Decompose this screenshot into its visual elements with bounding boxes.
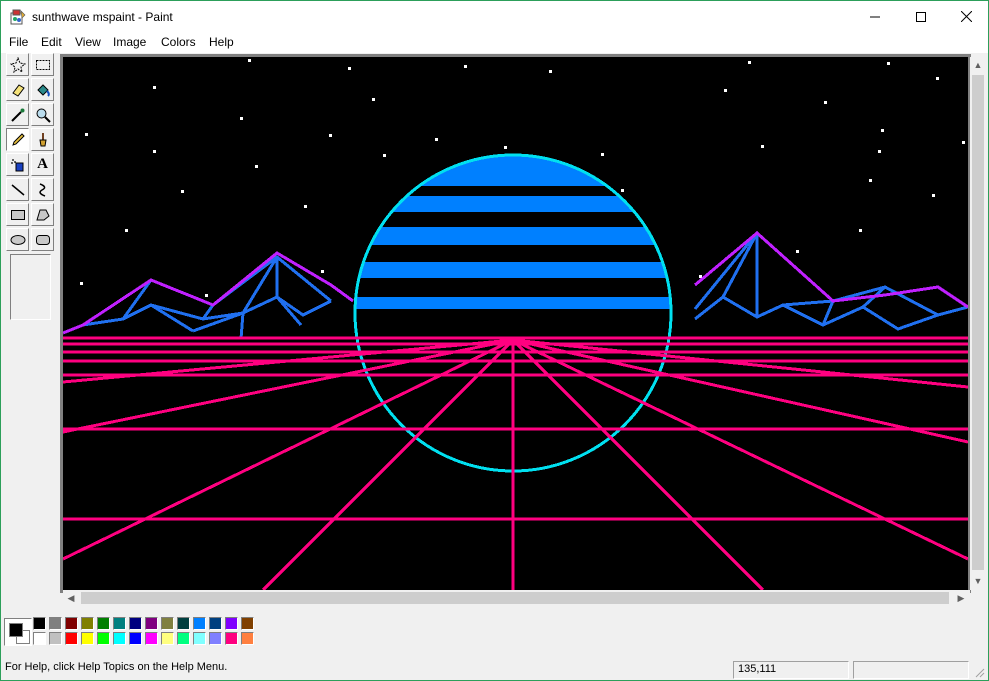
- palette-swatch[interactable]: [81, 617, 94, 630]
- maximize-button[interactable]: [898, 1, 944, 32]
- palette-swatch[interactable]: [177, 632, 190, 645]
- scroll-down-icon[interactable]: ▼: [970, 573, 986, 589]
- color-indicator[interactable]: [4, 618, 32, 646]
- tool-rounded-rectangle[interactable]: [31, 228, 54, 251]
- palette-swatch[interactable]: [113, 617, 126, 630]
- minimize-icon: [870, 16, 880, 17]
- menu-view[interactable]: View: [75, 35, 101, 49]
- palette-swatch[interactable]: [225, 632, 238, 645]
- palette-swatch[interactable]: [225, 617, 238, 630]
- palette-swatch[interactable]: [97, 617, 110, 630]
- menu-colors[interactable]: Colors: [161, 35, 196, 49]
- scroll-up-icon[interactable]: ▲: [970, 57, 986, 73]
- palette-swatch[interactable]: [193, 617, 206, 630]
- tool-free-form-select[interactable]: [6, 53, 29, 76]
- tool-line[interactable]: [6, 178, 29, 201]
- status-coordinates-panel: 135,111: [733, 661, 849, 679]
- paint-window: sunthwave mspaint - Paint File Edit View…: [0, 0, 989, 681]
- tool-select[interactable]: [31, 53, 54, 76]
- palette-swatch[interactable]: [129, 632, 142, 645]
- rounded-rectangle-icon: [35, 234, 50, 245]
- palette-swatch[interactable]: [193, 632, 206, 645]
- palette-swatch[interactable]: [129, 617, 142, 630]
- palette-swatch[interactable]: [49, 632, 62, 645]
- tool-pencil[interactable]: [6, 128, 29, 151]
- vertical-scroll-thumb[interactable]: [972, 75, 984, 570]
- palette-swatch[interactable]: [145, 617, 158, 630]
- tool-fill[interactable]: [31, 78, 54, 101]
- palette-swatch[interactable]: [241, 617, 254, 630]
- rectangle-icon: [10, 209, 25, 220]
- foreground-color: [9, 623, 23, 637]
- tool-text[interactable]: A: [31, 153, 54, 176]
- palette-swatch[interactable]: [81, 632, 94, 645]
- tool-airbrush[interactable]: [6, 153, 29, 176]
- menu-edit[interactable]: Edit: [41, 35, 62, 49]
- palette-swatch[interactable]: [33, 632, 46, 645]
- eyedropper-icon: [10, 108, 24, 122]
- paint-icon: [10, 9, 26, 25]
- menu-file[interactable]: File: [9, 35, 28, 49]
- fill-bucket-icon: [36, 83, 50, 97]
- curve-icon: [38, 182, 45, 197]
- status-selection-size-panel: [853, 661, 969, 679]
- horizontal-scrollbar[interactable]: ◀ ▶: [63, 590, 970, 606]
- tool-options-box[interactable]: [10, 254, 51, 320]
- pencil-icon: [11, 132, 25, 146]
- status-coordinates: 135,111: [738, 663, 777, 675]
- maximize-icon: [916, 11, 926, 22]
- airbrush-icon: [10, 158, 23, 171]
- palette-swatch[interactable]: [145, 632, 158, 645]
- polygon-icon: [35, 209, 50, 220]
- menu-help[interactable]: Help: [209, 35, 234, 49]
- brush-icon: [38, 132, 47, 146]
- tool-ellipse[interactable]: [6, 228, 29, 251]
- palette-swatch[interactable]: [97, 632, 110, 645]
- drawing-canvas[interactable]: [62, 57, 969, 592]
- palette-swatch[interactable]: [177, 617, 190, 630]
- window-title: sunthwave mspaint - Paint: [32, 10, 173, 24]
- close-icon: [960, 11, 972, 22]
- palette-swatch[interactable]: [161, 617, 174, 630]
- palette-swatch[interactable]: [209, 617, 222, 630]
- close-button[interactable]: [943, 1, 989, 32]
- scroll-left-icon[interactable]: ◀: [63, 590, 79, 606]
- toolbox: A: [4, 53, 56, 608]
- palette-swatch[interactable]: [65, 617, 78, 630]
- minimize-button[interactable]: [852, 1, 898, 32]
- ellipse-icon: [10, 234, 25, 245]
- tool-pick-color[interactable]: [6, 103, 29, 126]
- tool-magnifier[interactable]: [31, 103, 54, 126]
- magnifier-icon: [36, 108, 51, 123]
- menu-image[interactable]: Image: [113, 35, 146, 49]
- line-icon: [11, 183, 24, 196]
- eraser-icon: [11, 83, 25, 97]
- menu-bar: File Edit View Image Colors Help: [1, 32, 988, 53]
- scroll-right-icon[interactable]: ▶: [953, 590, 969, 606]
- palette-swatch[interactable]: [241, 632, 254, 645]
- resize-grip-icon[interactable]: [973, 666, 985, 678]
- free-form-select-icon: [9, 56, 26, 73]
- text-icon: A: [37, 156, 48, 172]
- horizontal-scroll-thumb[interactable]: [81, 592, 949, 604]
- tool-brush[interactable]: [31, 128, 54, 151]
- tool-curve[interactable]: [31, 178, 54, 201]
- palette-swatch[interactable]: [209, 632, 222, 645]
- tool-eraser[interactable]: [6, 78, 29, 101]
- palette-swatch[interactable]: [49, 617, 62, 630]
- tool-rectangle[interactable]: [6, 203, 29, 226]
- status-help-text: For Help, click Help Topics on the Help …: [5, 661, 228, 673]
- palette-swatch[interactable]: [33, 617, 46, 630]
- rectangle-select-icon: [35, 59, 50, 70]
- palette-swatch[interactable]: [65, 632, 78, 645]
- title-bar[interactable]: sunthwave mspaint - Paint: [1, 1, 988, 32]
- synthwave-drawing: [62, 57, 969, 592]
- tool-polygon[interactable]: [31, 203, 54, 226]
- vertical-scrollbar[interactable]: ▲ ▼: [970, 57, 986, 590]
- status-bar: For Help, click Help Topics on the Help …: [1, 659, 988, 680]
- palette-swatch[interactable]: [161, 632, 174, 645]
- palette-swatch[interactable]: [113, 632, 126, 645]
